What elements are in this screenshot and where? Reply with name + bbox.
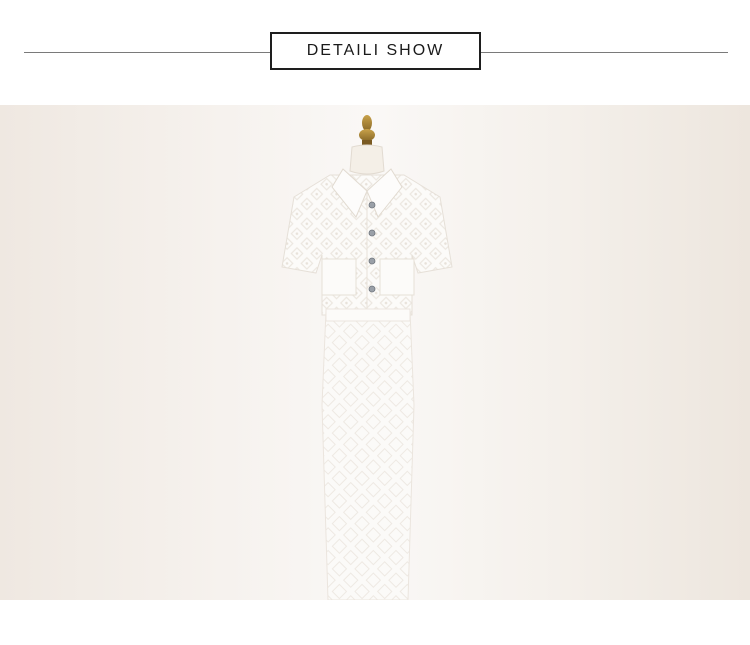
mannequin-neck [349,144,385,175]
section-header: DETAILI SHOW [270,32,481,70]
skirt-waistband [325,308,411,322]
shirt-pocket-right [379,258,415,296]
mannequin-finial [359,115,375,146]
skirt [321,310,415,600]
shirt-pocket-left [321,258,357,296]
header-divider-left [24,52,270,53]
product-photo [0,105,750,600]
header-divider-right [481,52,728,53]
product-illustration [281,115,453,600]
section-title: DETAILI SHOW [306,42,445,59]
